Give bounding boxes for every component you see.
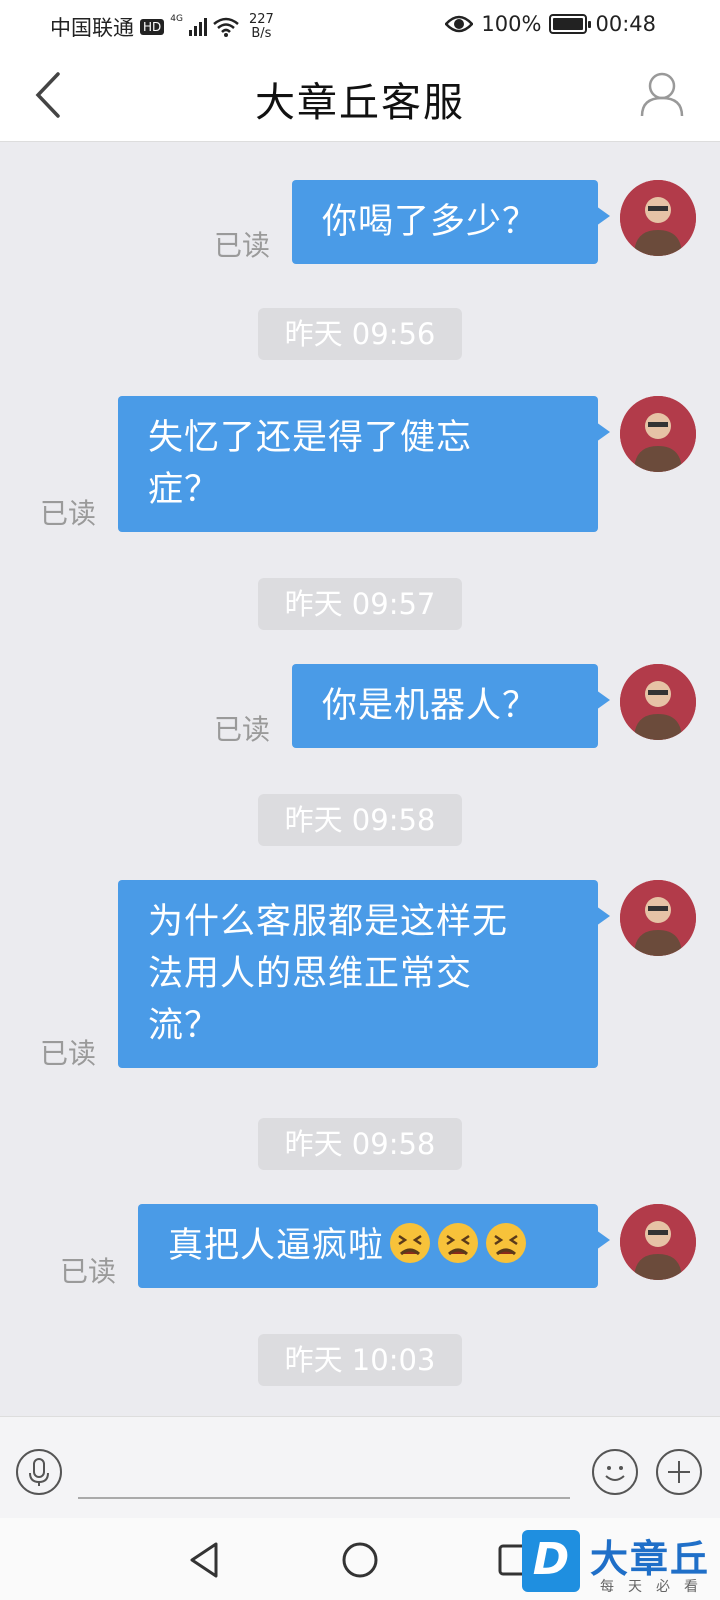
speed-value: 227 bbox=[248, 12, 274, 27]
message-bubble[interactable]: 真把人逼疯啦 bbox=[138, 1204, 610, 1288]
status-left: 中国联通 HD 4G 227 B/s bbox=[50, 12, 274, 42]
read-receipt: 已读 bbox=[40, 497, 97, 530]
message-bubble[interactable]: 为什么客服都是这样无 法用人的思维正常交 流？ bbox=[118, 880, 610, 1068]
watermark-logo: D bbox=[522, 1530, 580, 1592]
more-button[interactable] bbox=[656, 1449, 702, 1495]
plus-icon bbox=[668, 1461, 690, 1483]
avatar[interactable] bbox=[620, 396, 696, 472]
timestamp: 昨天 09:58 bbox=[258, 1118, 462, 1170]
avatar[interactable] bbox=[620, 664, 696, 740]
avatar-image bbox=[620, 880, 696, 956]
emoji-button[interactable] bbox=[592, 1449, 638, 1495]
read-receipt: 已读 bbox=[214, 713, 271, 746]
message-text: 真把人逼疯啦 bbox=[168, 1226, 385, 1266]
voice-button[interactable] bbox=[16, 1449, 62, 1495]
tired-face-emoji bbox=[486, 1223, 527, 1263]
tired-face-emoji bbox=[438, 1223, 479, 1263]
network-type-label: 4G bbox=[170, 14, 183, 24]
eye-icon bbox=[445, 15, 474, 33]
timestamp: 昨天 09:56 bbox=[258, 308, 462, 360]
battery-icon bbox=[549, 14, 592, 34]
message-bubble[interactable]: 失忆了还是得了健忘 症？ bbox=[118, 396, 610, 532]
signal-icon bbox=[188, 18, 207, 36]
watermark: D 大章丘 每天必看 bbox=[520, 1530, 720, 1600]
message-bubble[interactable]: 你喝了多少？ bbox=[292, 180, 610, 264]
nav-back-button[interactable] bbox=[186, 1540, 226, 1580]
avatar-image bbox=[620, 396, 696, 472]
message-input[interactable] bbox=[78, 1437, 570, 1499]
smiley-icon bbox=[605, 1466, 625, 1481]
avatar[interactable] bbox=[620, 880, 696, 956]
status-bar: 中国联通 HD 4G 227 B/s 100% 00:48 bbox=[0, 0, 720, 50]
avatar-image bbox=[620, 664, 696, 740]
hd-icon: HD bbox=[140, 19, 165, 35]
network-speed: 227 B/s bbox=[249, 13, 274, 41]
avatar-image bbox=[620, 1204, 696, 1280]
avatar[interactable] bbox=[620, 180, 696, 256]
battery-percent: 100% bbox=[481, 12, 542, 36]
clock: 00:48 bbox=[595, 12, 656, 36]
nav-home-button[interactable] bbox=[340, 1540, 380, 1580]
person-icon bbox=[640, 72, 684, 117]
read-receipt: 已读 bbox=[40, 1037, 97, 1070]
back-triangle-icon bbox=[190, 1542, 218, 1578]
watermark-title: 大章丘 bbox=[590, 1537, 711, 1581]
avatar[interactable] bbox=[620, 1204, 696, 1280]
speed-unit: B/s bbox=[251, 26, 272, 41]
tired-face-emoji bbox=[390, 1223, 431, 1263]
input-bar bbox=[0, 1416, 720, 1518]
timestamp: 昨天 09:58 bbox=[258, 794, 462, 846]
microphone-icon bbox=[29, 1458, 49, 1486]
status-right: 100% 00:48 bbox=[445, 12, 656, 36]
timestamp: 昨天 09:57 bbox=[258, 578, 462, 630]
read-receipt: 已读 bbox=[60, 1255, 117, 1288]
watermark-subtitle: 每天必看 bbox=[600, 1579, 712, 1595]
chat-area[interactable]: 已读 你喝了多少？ 昨天 09:56 已读 失忆了还是得了健忘 症？ 昨天 09… bbox=[0, 142, 720, 1416]
avatar-image bbox=[620, 180, 696, 256]
profile-button[interactable] bbox=[638, 70, 686, 120]
read-receipt: 已读 bbox=[214, 229, 271, 262]
page-title: 大章丘客服 bbox=[255, 80, 465, 126]
home-circle-icon bbox=[342, 1542, 378, 1578]
chat-header: 大章丘客服 bbox=[0, 50, 720, 142]
timestamp: 昨天 10:03 bbox=[258, 1334, 462, 1386]
carrier-label: 中国联通 bbox=[50, 16, 134, 40]
message-bubble[interactable]: 你是机器人？ bbox=[292, 664, 610, 748]
wifi-icon bbox=[213, 17, 239, 37]
